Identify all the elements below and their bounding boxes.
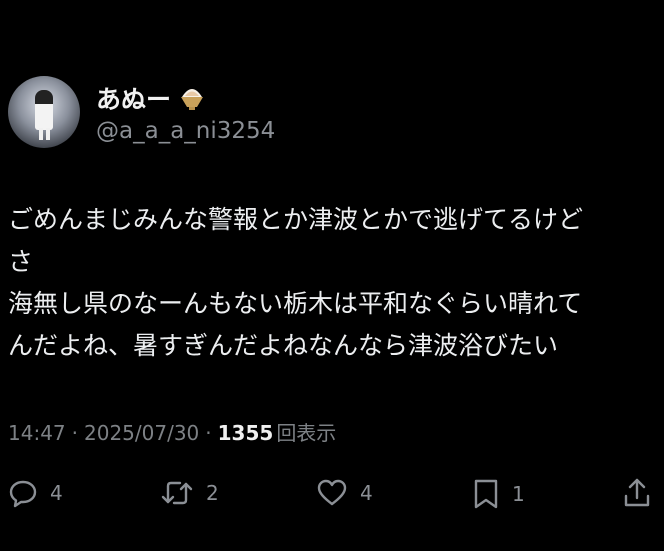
bookmark-icon xyxy=(474,479,498,509)
bookmark-count: 1 xyxy=(512,482,525,506)
reply-icon xyxy=(9,480,37,508)
tweet-time[interactable]: 14:47 xyxy=(8,421,66,445)
display-name[interactable]: あぬー xyxy=(96,80,171,116)
reply-count: 4 xyxy=(50,481,63,505)
shaved-ice-icon xyxy=(177,83,207,113)
bookmark-button[interactable]: 1 xyxy=(472,478,525,510)
tweet-meta: 14:47 · 2025/07/30 · 1355 回表示 xyxy=(8,417,336,446)
view-count: 1355 xyxy=(217,421,274,445)
view-label: 回表示 xyxy=(276,421,337,445)
tweet-line: んだよね、暑すぎんだよねなんなら津波浴びたい xyxy=(8,331,559,360)
meta-separator: · xyxy=(205,421,212,445)
user-names: あぬー @a_a_a_ni3254 xyxy=(96,80,275,144)
share-button[interactable] xyxy=(622,476,652,510)
share-icon xyxy=(624,478,650,507)
user-handle[interactable]: @a_a_a_ni3254 xyxy=(96,118,275,144)
action-bar: 4 2 4 1 xyxy=(0,474,664,514)
meta-separator: · xyxy=(71,421,78,445)
like-count: 4 xyxy=(360,481,373,505)
reply-button[interactable]: 4 xyxy=(8,478,63,508)
retweet-button[interactable]: 2 xyxy=(160,478,219,508)
tweet-line: ごめんまじみんな警報とか津波とかで逃げてるけど xyxy=(8,205,584,234)
retweet-icon xyxy=(161,481,193,505)
tweet-header: あぬー @a_a_a_ni3254 xyxy=(8,76,275,148)
retweet-count: 2 xyxy=(206,481,219,505)
tweet-date[interactable]: 2025/07/30 xyxy=(84,421,199,445)
tweet-text: ごめんまじみんな警報とか津波とかで逃げてるけどさ海無し県のなーんもない栃木は平和… xyxy=(8,199,658,367)
tweet-line: さ xyxy=(8,247,34,276)
like-button[interactable]: 4 xyxy=(316,478,373,508)
tweet-line: 海無し県のなーんもない栃木は平和なぐらい晴れて xyxy=(8,289,583,318)
like-icon xyxy=(317,479,347,506)
avatar[interactable] xyxy=(8,76,80,148)
